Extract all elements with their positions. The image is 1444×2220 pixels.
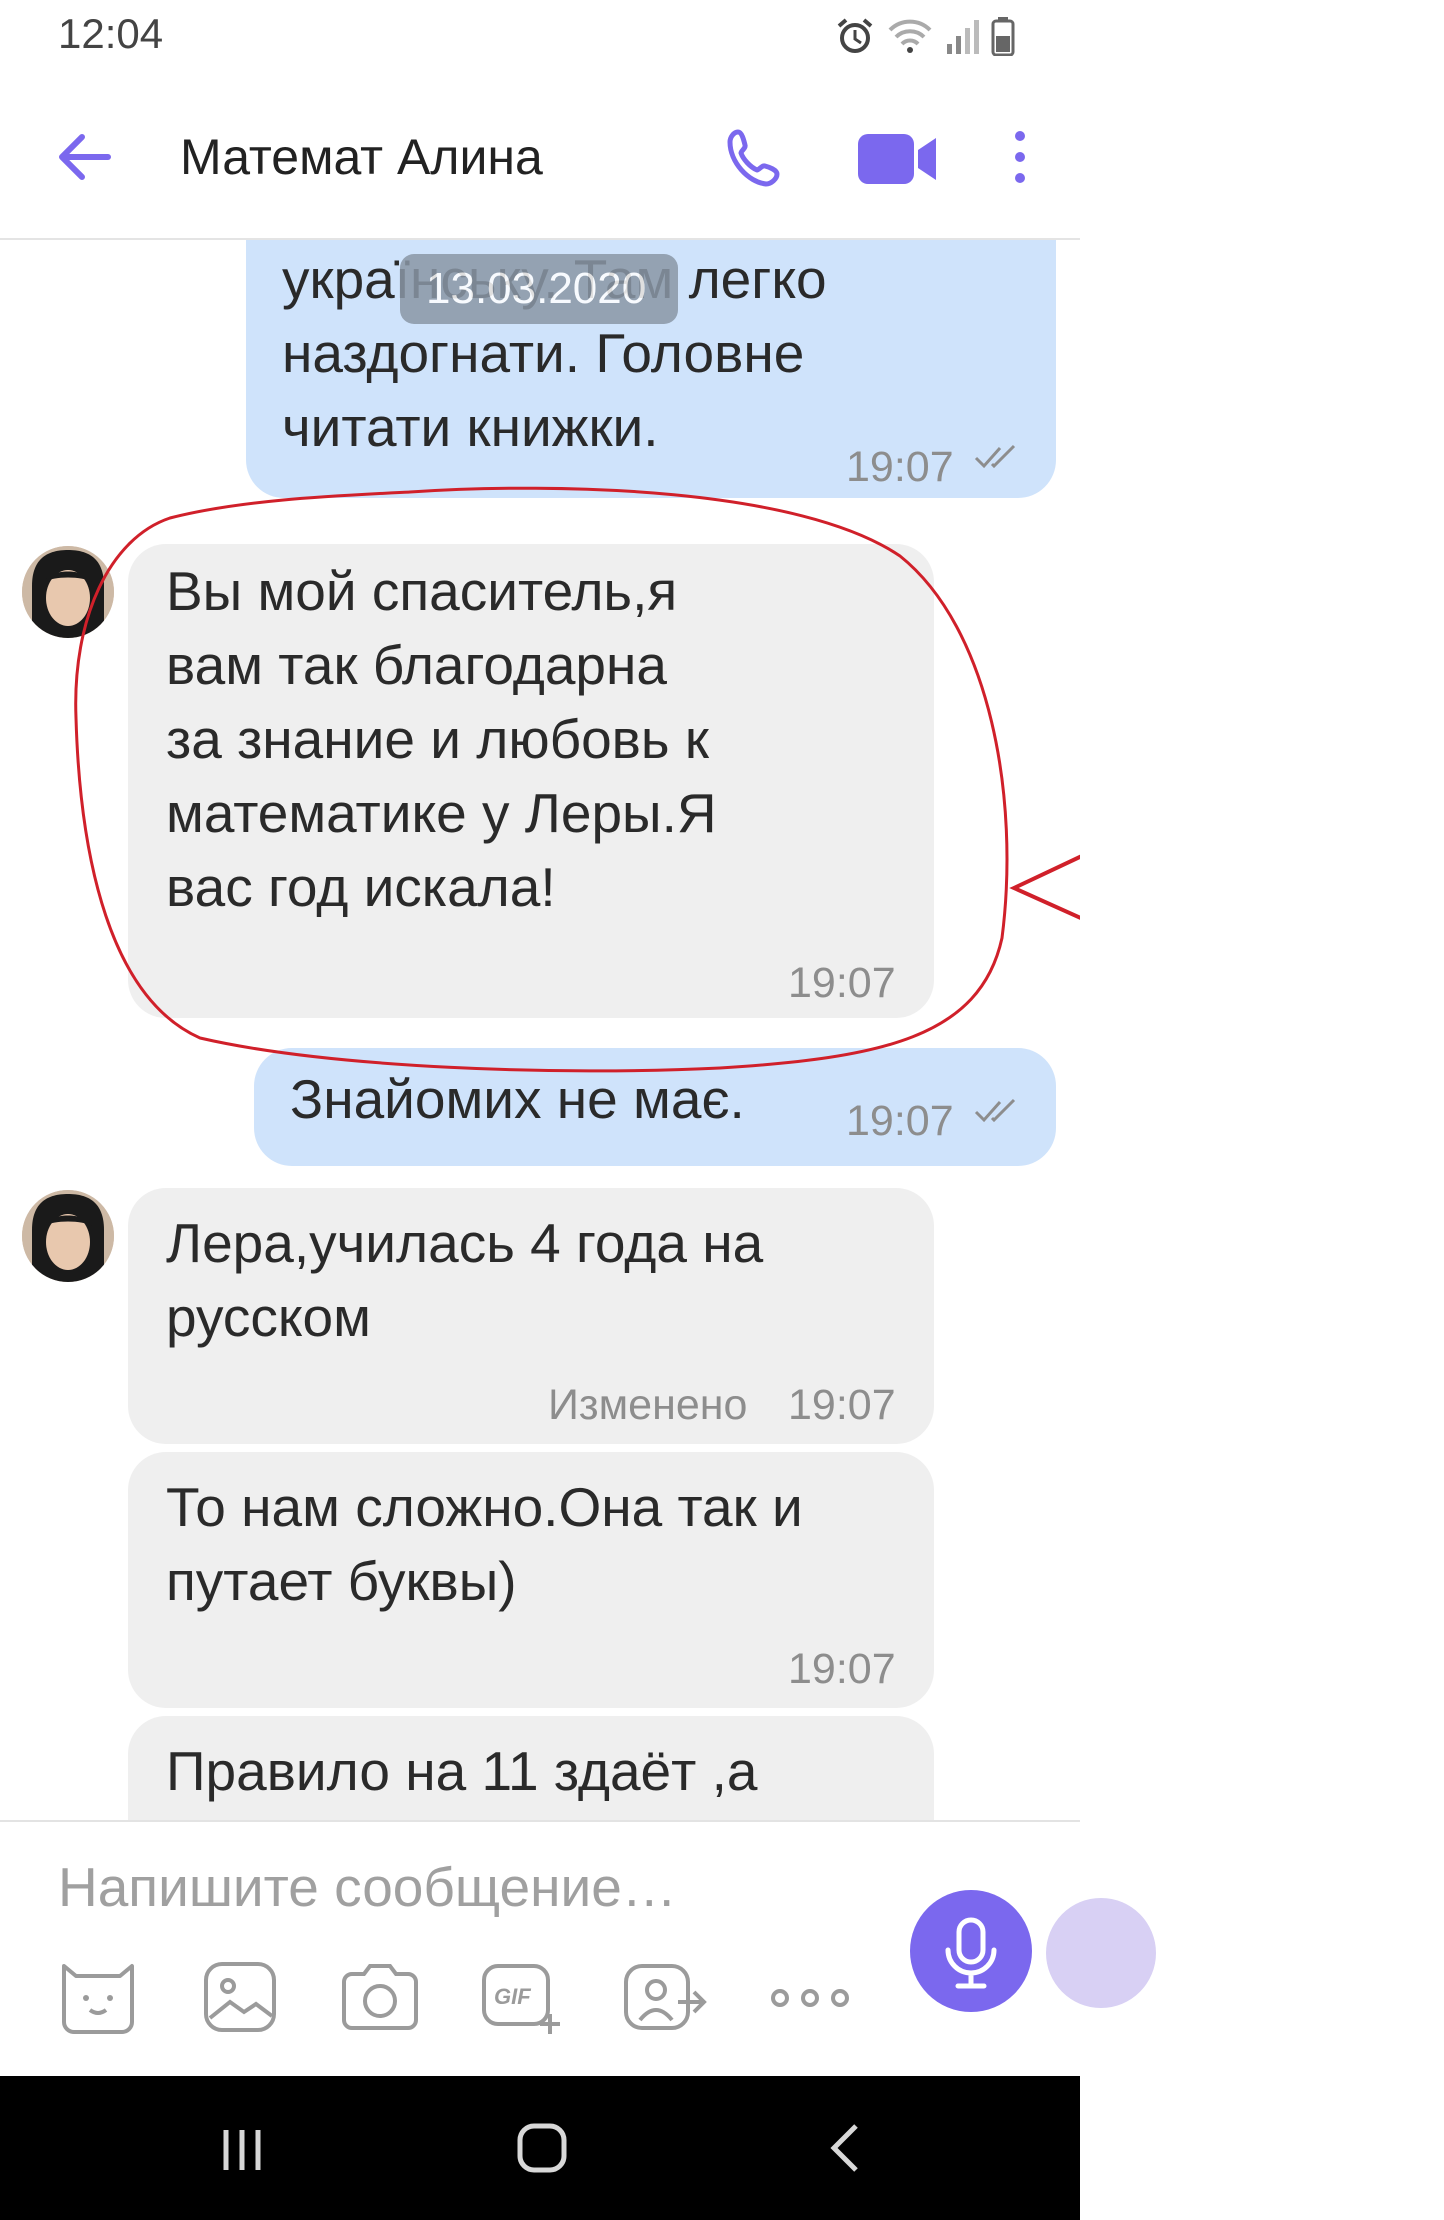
recent-apps-icon xyxy=(223,2130,261,2170)
message-composer: GIF xyxy=(0,1820,1156,2078)
system-back-button[interactable] xyxy=(816,2118,876,2178)
camera-icon xyxy=(342,1964,418,2030)
sticker-button[interactable] xyxy=(54,1958,142,2036)
chat-area[interactable]: українську. Там легко наздогнати. Головн… xyxy=(0,238,1080,1820)
svg-text:GIF: GIF xyxy=(494,1984,531,2009)
phone-icon xyxy=(727,129,780,187)
gif-icon: GIF xyxy=(482,1964,560,2034)
sticker-icon xyxy=(62,1964,134,2034)
battery-icon xyxy=(991,17,1015,56)
annotation-arrow xyxy=(1009,854,1080,920)
message-input[interactable] xyxy=(56,1854,860,1920)
camera-button[interactable] xyxy=(336,1958,424,2036)
wifi-icon xyxy=(888,19,932,53)
back-button[interactable] xyxy=(50,122,120,192)
share-contact-icon xyxy=(624,1964,707,2030)
video-camera-icon xyxy=(858,134,936,184)
gif-button[interactable]: GIF xyxy=(478,1958,566,2036)
home-icon xyxy=(517,2123,567,2173)
chat-header: Математ Алина xyxy=(0,80,1080,240)
highlight-annotation xyxy=(74,486,1080,1073)
signal-icon xyxy=(947,20,979,54)
gallery-icon xyxy=(204,1962,276,2032)
home-button[interactable] xyxy=(510,2116,574,2180)
sticker-shortcut-button[interactable] xyxy=(1046,1898,1156,2008)
system-nav-bar xyxy=(0,2076,1080,2220)
status-bar: 12:04 xyxy=(0,0,1080,80)
voice-message-button[interactable] xyxy=(910,1890,1032,2012)
microphone-icon xyxy=(945,1917,997,1989)
gallery-button[interactable] xyxy=(196,1958,284,2036)
call-button[interactable] xyxy=(720,124,790,194)
back-icon xyxy=(830,2124,858,2172)
alarm-icon xyxy=(837,18,873,53)
more-options-button[interactable] xyxy=(1000,122,1040,192)
annotation-circle xyxy=(74,486,1009,1073)
chat-title[interactable]: Математ Алина xyxy=(180,128,543,186)
back-arrow-icon xyxy=(59,134,111,180)
recent-apps-button[interactable] xyxy=(212,2120,272,2180)
status-time: 12:04 xyxy=(58,10,164,57)
share-contact-button[interactable] xyxy=(620,1958,708,2036)
more-horiz-icon xyxy=(771,1989,849,2007)
status-icons xyxy=(835,14,1015,58)
more-vert-icon xyxy=(1015,131,1025,183)
more-attachments-button[interactable] xyxy=(766,1958,854,2036)
video-call-button[interactable] xyxy=(856,128,938,190)
